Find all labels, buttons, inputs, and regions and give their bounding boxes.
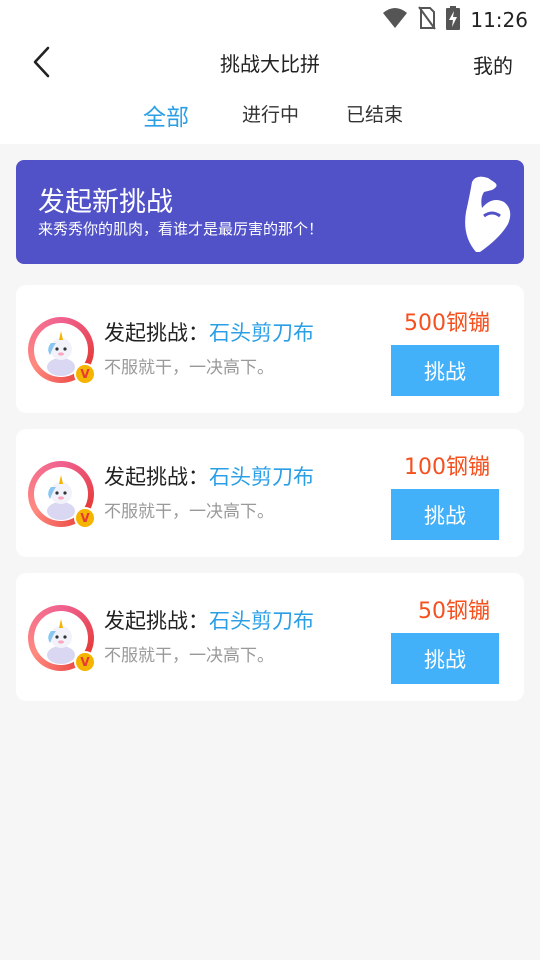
challenge-title: 发起挑战：石头剪刀布 — [104, 605, 314, 635]
challenge-label: 发起挑战： — [104, 321, 209, 345]
challenge-game: 石头剪刀布 — [209, 609, 314, 633]
challenge-button[interactable]: 挑战 — [391, 489, 499, 540]
banner-subtitle: 来秀秀你的肌肉，看谁才是最厉害的那个！ — [38, 220, 324, 238]
avatar[interactable]: V — [28, 605, 96, 673]
page-title: 挑战大比拼 — [220, 52, 320, 76]
challenge-amount: 500钢镚 — [404, 311, 490, 336]
tab-bar: 全部 进行中 已结束 — [0, 100, 540, 140]
verified-badge-icon: V — [74, 507, 96, 529]
challenge-label: 发起挑战： — [104, 609, 209, 633]
tab-ended[interactable]: 已结束 — [346, 100, 403, 127]
verified-badge-icon: V — [74, 363, 96, 385]
challenge-title: 发起挑战：石头剪刀布 — [104, 461, 314, 491]
battery-charging-icon — [446, 6, 461, 34]
challenge-desc: 不服就干，一决高下。 — [104, 502, 274, 522]
new-challenge-banner[interactable]: 发起新挑战 来秀秀你的肌肉，看谁才是最厉害的那个！ — [16, 160, 524, 264]
my-link[interactable]: 我的 — [473, 50, 513, 79]
challenge-button[interactable]: 挑战 — [391, 345, 499, 396]
status-time: 11:26 — [470, 8, 528, 32]
challenge-button[interactable]: 挑战 — [391, 633, 499, 684]
banner-title: 发起新挑战 — [38, 187, 173, 218]
challenge-label: 发起挑战： — [104, 465, 209, 489]
challenge-card: V 发起挑战：石头剪刀布 不服就干，一决高下。 500钢镚 挑战 — [16, 285, 524, 413]
challenge-card: V 发起挑战：石头剪刀布 不服就干，一决高下。 100钢镚 挑战 — [16, 429, 524, 557]
challenge-card: V 发起挑战：石头剪刀布 不服就干，一决高下。 50钢镚 挑战 — [16, 573, 524, 701]
wifi-icon — [382, 7, 408, 33]
flexed-bicep-icon — [458, 172, 514, 252]
avatar[interactable]: V — [28, 461, 96, 529]
app-header: 挑战大比拼 我的 全部 进行中 已结束 — [0, 36, 540, 144]
tab-all[interactable]: 全部 — [143, 98, 189, 132]
challenge-amount: 100钢镚 — [404, 455, 490, 480]
no-sim-icon — [418, 6, 437, 34]
status-bar: 11:26 — [0, 0, 540, 36]
avatar[interactable]: V — [28, 317, 96, 385]
tab-ongoing[interactable]: 进行中 — [242, 100, 299, 127]
verified-badge-icon: V — [74, 651, 96, 673]
challenge-title: 发起挑战：石头剪刀布 — [104, 317, 314, 347]
challenge-amount: 50钢镚 — [418, 599, 490, 624]
challenge-game: 石头剪刀布 — [209, 465, 314, 489]
challenge-game: 石头剪刀布 — [209, 321, 314, 345]
challenge-desc: 不服就干，一决高下。 — [104, 646, 274, 666]
challenge-desc: 不服就干，一决高下。 — [104, 358, 274, 378]
